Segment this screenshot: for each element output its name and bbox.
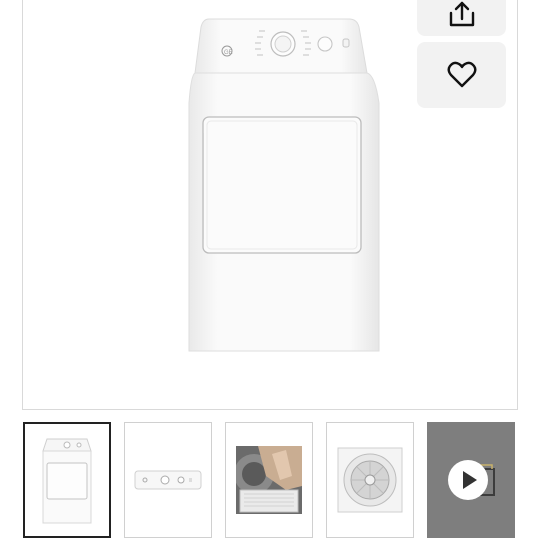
thumbnail-lint-filter[interactable] — [225, 422, 313, 538]
thumbnail-control-panel[interactable] — [124, 422, 212, 538]
dryer-front-thumbnail — [42, 438, 92, 524]
thumbnail-dryer-drum[interactable] — [326, 422, 414, 538]
play-video-icon — [448, 460, 495, 500]
share-icon — [449, 1, 474, 27]
dryer-drum-thumbnail — [337, 447, 403, 513]
heart-icon — [447, 61, 476, 88]
lint-filter-thumbnail — [236, 446, 302, 514]
thumbnail-video[interactable] — [427, 422, 515, 538]
favorite-button[interactable] — [417, 42, 506, 108]
control-panel-thumbnail — [134, 470, 202, 490]
dryer-front-image: GE — [188, 18, 380, 352]
share-button[interactable] — [417, 0, 506, 36]
svg-text:GE: GE — [224, 50, 233, 56]
thumbnail-dryer-front[interactable] — [23, 422, 111, 538]
